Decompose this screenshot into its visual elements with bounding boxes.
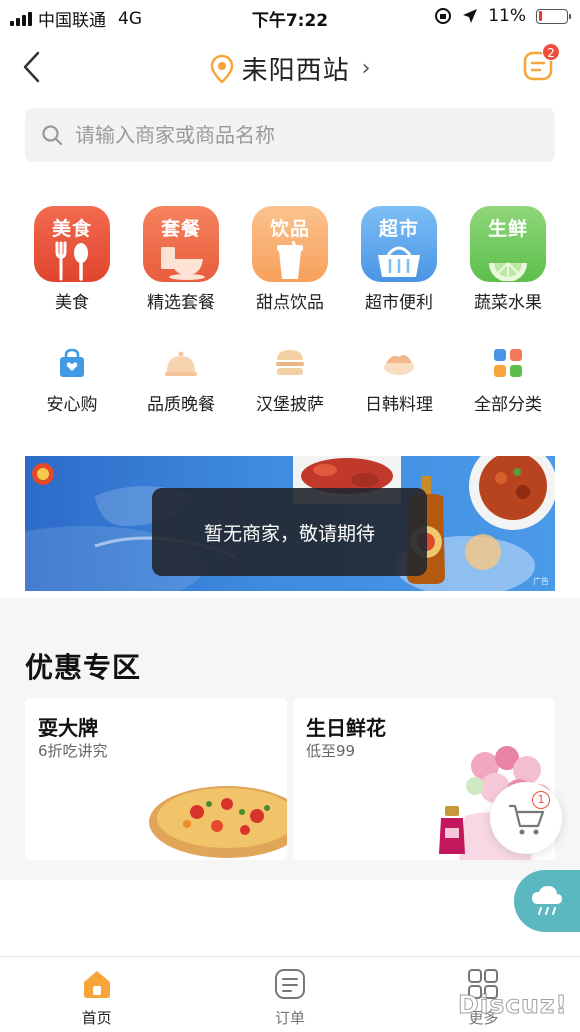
category-dinner[interactable]: 品质晚餐 [127,346,235,415]
tile-text: 生鲜 [487,218,528,240]
toast-message: 暂无商家，敬请期待 [152,488,427,576]
grid-icon [494,349,522,377]
order-list-icon [274,969,305,999]
shopping-bag-icon [60,348,84,377]
category-safe-buy[interactable]: 安心购 [18,346,126,415]
category-burger[interactable]: 汉堡披萨 [236,346,344,415]
burger-icon [276,350,304,375]
category-label: 超市便利 [365,293,433,313]
food-tile: 美食 [34,206,110,282]
search-input[interactable] [75,123,515,147]
location-arrow-icon [463,9,478,23]
chevron-right-icon: › [361,56,371,81]
tab-orders[interactable]: 订单 [193,957,386,1032]
combo-tile: 套餐 [143,206,219,282]
promo-subtitle: 低至99 [306,742,356,760]
fresh-tile: 生鲜 [470,206,546,282]
category-label: 安心购 [46,395,98,415]
category-label: 全部分类 [474,395,542,415]
tab-label: 订单 [274,1009,305,1027]
category-japanese-korean[interactable]: 日韩料理 [345,346,453,415]
header: 耒阳西站 › 2 [0,38,580,96]
search-bar[interactable] [25,108,555,162]
sushi-icon [384,355,414,375]
category-food[interactable]: 美食 美食 [18,206,126,313]
promo-title: 优惠专区 [25,651,142,684]
search-icon [42,125,63,146]
tile-text: 超市 [378,218,419,240]
battery-icon [536,8,571,24]
category-label: 品质晚餐 [147,395,215,415]
combo-bowl-icon [161,247,205,280]
tile-text: 美食 [51,218,92,240]
tab-home[interactable]: 首页 [0,957,193,1032]
order-badge: 2 [542,43,560,61]
promo-subtitle: 6折吃讲究 [38,742,108,760]
cloche-icon [165,351,197,376]
cart-button[interactable] [490,782,562,854]
rotation-lock-icon [435,8,452,24]
location-name: 耒阳西站 [241,56,350,86]
status-right: 11% [434,6,571,26]
location-selector[interactable]: 耒阳西站 › [0,50,580,87]
category-label: 精选套餐 [147,293,215,313]
cart-badge: 1 [532,791,550,809]
category-label: 美食 [55,293,89,313]
tile-text: 套餐 [160,218,201,240]
pizza-image [149,786,287,858]
battery-percent: 11% [488,6,526,26]
category-drinks[interactable]: 饮品 甜点饮品 [236,206,344,313]
market-tile: 超市 [361,206,437,282]
category-combo[interactable]: 套餐 精选套餐 [127,206,235,313]
category-all[interactable]: 全部分类 [454,346,562,415]
category-label: 日韩料理 [365,395,433,415]
rain-cloud-icon [532,886,562,915]
weather-button[interactable] [514,870,580,932]
category-fresh[interactable]: 生鲜 蔬菜水果 [454,206,562,313]
cart-icon [508,804,545,835]
fork-spoon-icon [55,241,88,281]
cup-icon [277,241,303,279]
category-label: 蔬菜水果 [474,293,542,313]
status-bar: 中国联通 4G 下午7:22 11% [0,0,580,34]
main-categories: 美食 美食 套餐 精选套餐 饮品 甜点饮品 超市 超市便利 生鲜 蔬菜水果 [18,206,562,313]
tab-label: 首页 [81,1009,112,1027]
category-market[interactable]: 超市 超市便利 [345,206,453,313]
location-pin-icon [210,54,233,84]
basket-icon [378,246,420,277]
home-icon [83,971,110,998]
promo-name: 耍大牌 [38,716,98,740]
tile-text: 饮品 [269,218,310,240]
promo-card-big-brand[interactable]: 耍大牌 6折吃讲究 [25,698,287,860]
drinks-tile: 饮品 [252,206,328,282]
lime-icon [489,262,527,281]
promo-name: 生日鲜花 [306,716,386,740]
category-label: 甜点饮品 [256,293,324,313]
watermark: Discuz! [458,990,568,1020]
category-label: 汉堡披萨 [256,395,324,415]
secondary-categories: 安心购 品质晚餐 汉堡披萨 日韩料理 全部分类 [18,346,562,415]
ad-tag: 广告 [533,577,549,586]
